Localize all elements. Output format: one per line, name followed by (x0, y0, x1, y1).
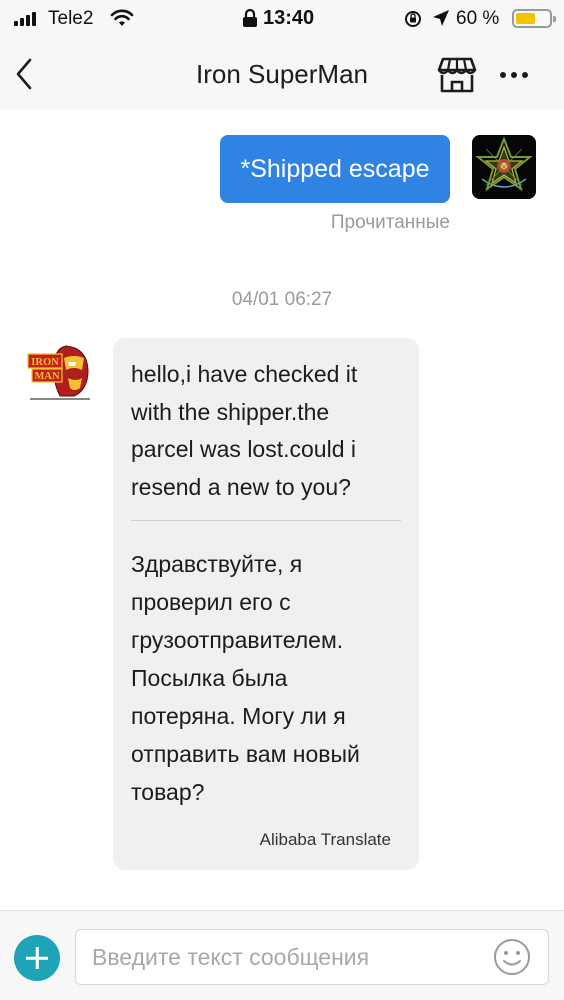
lock-icon (243, 8, 257, 27)
message-input[interactable] (75, 929, 549, 985)
wifi-icon (110, 9, 134, 26)
user-avatar[interactable] (472, 135, 536, 199)
translator-credit: Alibaba Translate (259, 830, 391, 849)
outgoing-message-bubble[interactable]: *Shipped escape (220, 135, 450, 203)
more-icon[interactable] (498, 60, 530, 90)
user-avatar-image (472, 135, 536, 199)
signal-icon (14, 12, 40, 26)
read-status: Прочитанные (330, 212, 450, 233)
chat-title: Iron SuperMan (196, 59, 368, 89)
rotation-lock-icon (405, 11, 421, 27)
seller-logo-text-man: MAN (34, 371, 59, 382)
store-icon[interactable] (436, 54, 478, 96)
nav-bar: Iron SuperMan (0, 40, 564, 110)
emoji-icon[interactable] (492, 937, 532, 977)
incoming-message-bubble[interactable]: hello,i have checked it with the shipper… (113, 338, 419, 870)
incoming-message-text: hello,i have checked it with the shipper… (131, 361, 358, 500)
input-bar (0, 910, 564, 1000)
translation-divider (131, 520, 401, 521)
battery-icon (512, 9, 556, 28)
status-bar: Tele2 13:40 60 % (0, 0, 564, 40)
carrier-name: Tele2 (48, 8, 94, 29)
translated-message-text: Здравствуйте, я проверил его с грузоотпр… (131, 551, 360, 805)
back-icon[interactable] (10, 54, 40, 94)
seller-logo-text-iron: IRON (31, 357, 59, 368)
message-timestamp: 04/01 06:27 (231, 289, 333, 310)
battery-level-fill (516, 13, 535, 24)
battery-percent: 60 % (456, 8, 500, 29)
location-icon (433, 10, 449, 26)
seller-logo-image: IRON MAN (24, 340, 94, 406)
seller-avatar[interactable]: IRON MAN (24, 340, 94, 406)
add-icon[interactable] (14, 935, 60, 981)
clock: 13:40 (263, 7, 315, 29)
